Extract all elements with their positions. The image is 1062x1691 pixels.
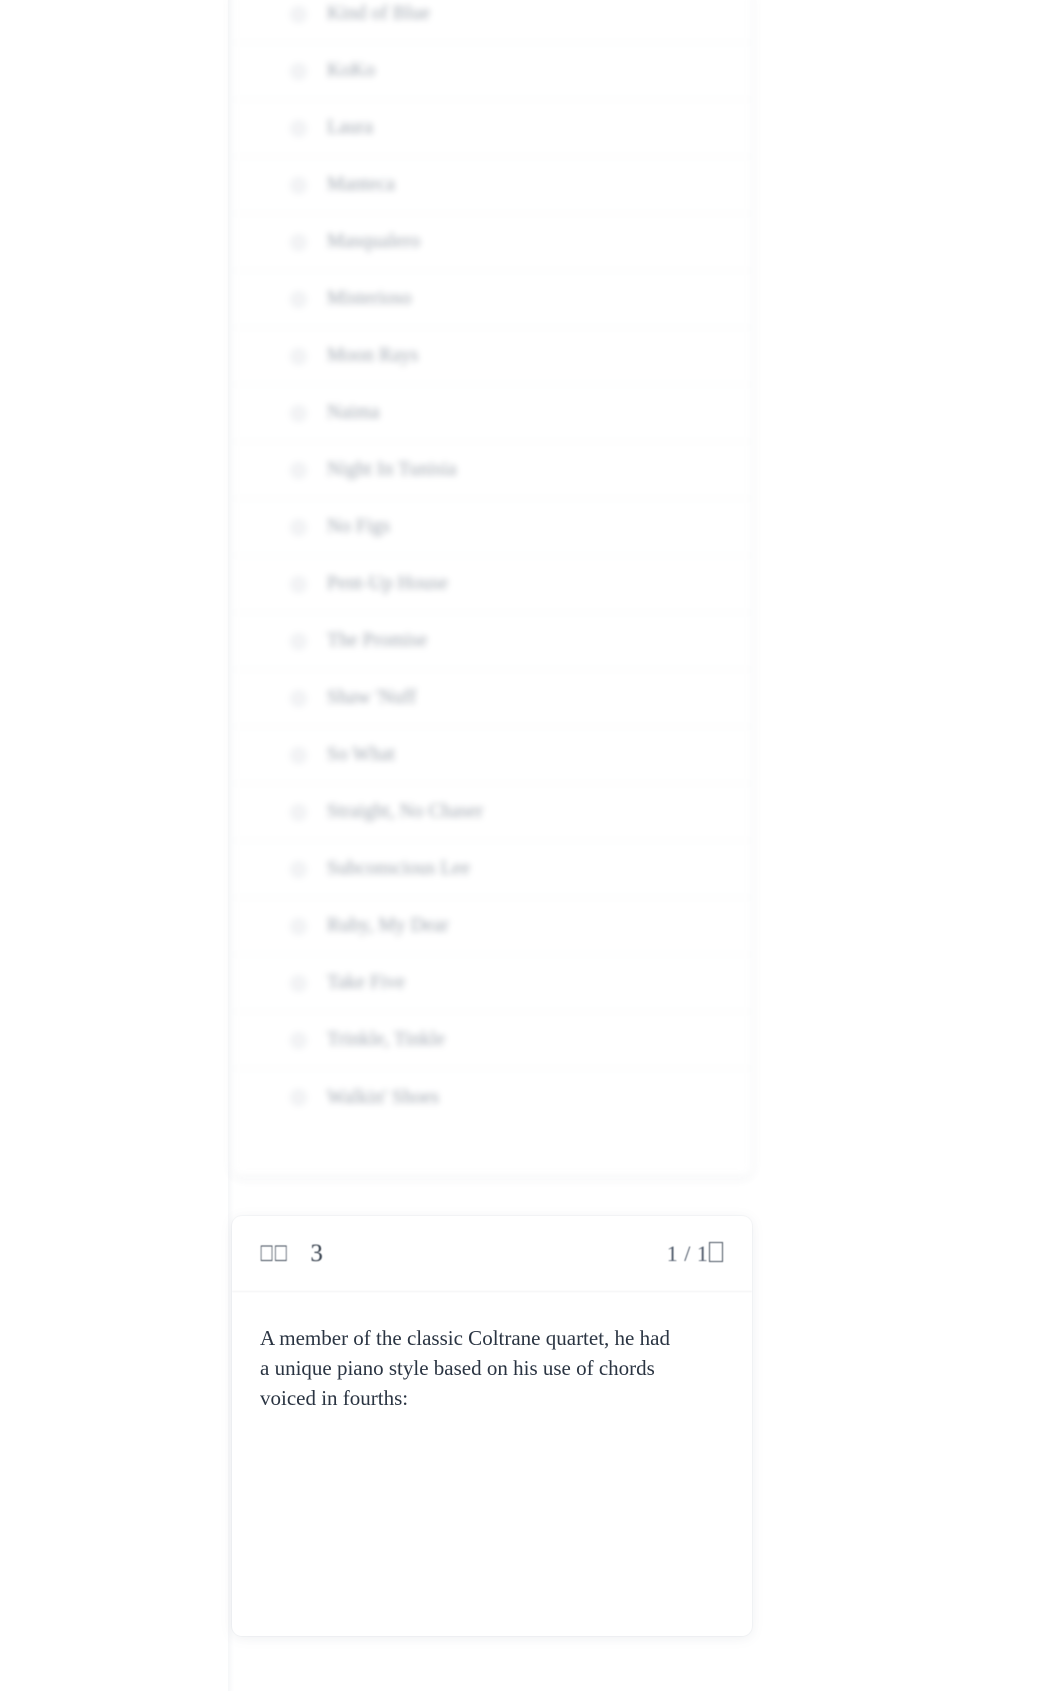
answer-option-label: Moon Rays (327, 345, 419, 366)
question-prefix-glyphs: ⎕⎕ (260, 1240, 289, 1266)
question-text: A member of the classic Coltrane quartet… (260, 1326, 670, 1410)
radio-button-icon[interactable] (290, 632, 307, 650)
radio-button-icon[interactable] (290, 290, 307, 308)
answer-option-row[interactable]: The Promise (232, 613, 752, 670)
answer-option-row[interactable]: Take Five (232, 955, 752, 1012)
question-card: ⎕⎕ 3 1 / 1 A member of the classic Coltr… (232, 1216, 752, 1636)
radio-button-icon[interactable] (290, 233, 307, 251)
answer-option-label: Take Five (327, 972, 406, 993)
answer-option-row[interactable]: Straight, No Chaser (232, 784, 752, 841)
question-progress-counter: 1 / 1 (667, 1241, 724, 1267)
answer-option-row[interactable]: Night In Tunisia (232, 442, 752, 499)
answer-options-list[interactable]: Kind of Blue KoKo Laura Manteca Masqualero Mi… (232, 0, 752, 1152)
answer-option-label: Night In Tunisia (327, 459, 457, 480)
radio-button-icon[interactable] (290, 347, 307, 365)
answer-option-row[interactable]: Shaw 'Nuff (232, 670, 752, 727)
question-number-group: ⎕⎕ 3 (260, 1240, 323, 1268)
answer-option-row[interactable]: Moon Rays (232, 328, 752, 385)
radio-button-icon[interactable] (290, 5, 307, 23)
radio-button-icon[interactable] (290, 974, 307, 992)
quiz-page: Kind of Blue KoKo Laura Manteca Masqualero Mi… (0, 0, 1062, 1691)
answer-option-label: Straight, No Chaser (327, 801, 484, 822)
radio-button-icon[interactable] (290, 62, 307, 80)
answer-option-label: Manteca (327, 174, 395, 195)
answer-option-label: Subconscious Lee (327, 858, 470, 879)
answer-option-label: Naima (327, 402, 380, 423)
answer-option-row[interactable]: Naima (232, 385, 752, 442)
answer-option-row[interactable]: KoKo (232, 43, 752, 100)
radio-button-icon[interactable] (290, 119, 307, 137)
answer-option-row[interactable]: No Figs (232, 499, 752, 556)
question-card-body: A member of the classic Coltrane quartet… (232, 1292, 752, 1413)
answer-option-row[interactable]: Kind of Blue (232, 0, 752, 43)
radio-button-icon[interactable] (290, 917, 307, 935)
answer-option-label: No Figs (327, 516, 391, 537)
answer-option-label: Kind of Blue (327, 3, 431, 24)
radio-button-icon[interactable] (290, 689, 307, 707)
answer-option-label: KoKo (327, 60, 376, 81)
answer-option-row[interactable]: Ruby, My Dear (232, 898, 752, 955)
answer-option-label: Walkin' Shoes (327, 1086, 440, 1108)
counter-missing-glyph-icon (709, 1241, 723, 1263)
answer-options-card: Kind of Blue KoKo Laura Manteca Masqualero Mi… (232, 0, 752, 1176)
answer-option-label: Masqualero (327, 231, 421, 252)
answer-option-label: The Promise (327, 630, 428, 651)
answer-options-card-wrapper: Kind of Blue KoKo Laura Manteca Masqualero Mi… (232, 0, 752, 1176)
answer-option-row[interactable]: Masqualero (232, 214, 752, 271)
answer-option-label: Misterioso (327, 288, 412, 309)
answer-option-row[interactable]: Trinkle, Tinkle (232, 1012, 752, 1069)
answer-option-row[interactable]: Pent-Up House (232, 556, 752, 613)
question-progress-text: 1 / 1 (666, 1240, 709, 1266)
answer-option-label: Laura (327, 117, 373, 138)
radio-button-icon[interactable] (290, 575, 307, 593)
radio-button-icon[interactable] (290, 404, 307, 422)
answer-option-label: Ruby, My Dear (327, 915, 449, 936)
answer-option-row[interactable]: So What (232, 727, 752, 784)
answer-option-row[interactable]: Manteca (232, 157, 752, 214)
answer-option-label: So What (327, 744, 396, 765)
radio-button-icon[interactable] (290, 803, 307, 821)
answer-option-label: Trinkle, Tinkle (327, 1029, 445, 1050)
answer-option-label: Shaw 'Nuff (327, 687, 417, 708)
radio-button-icon[interactable] (290, 746, 307, 764)
radio-button-icon[interactable] (290, 518, 307, 536)
question-card-header: ⎕⎕ 3 1 / 1 (232, 1216, 752, 1292)
answer-option-row[interactable]: Walkin' Shoes (232, 1069, 752, 1126)
radio-button-icon[interactable] (290, 1089, 307, 1106)
answer-option-row[interactable]: Subconscious Lee (232, 841, 752, 898)
radio-button-icon[interactable] (290, 860, 307, 878)
answer-option-row[interactable]: Laura (232, 100, 752, 157)
radio-button-icon[interactable] (290, 461, 307, 479)
question-number: 3 (310, 1239, 323, 1267)
radio-button-icon[interactable] (290, 1031, 307, 1049)
answer-option-label: Pent-Up House (327, 573, 448, 594)
answer-option-row[interactable]: Misterioso (232, 271, 752, 328)
radio-button-icon[interactable] (290, 176, 307, 194)
